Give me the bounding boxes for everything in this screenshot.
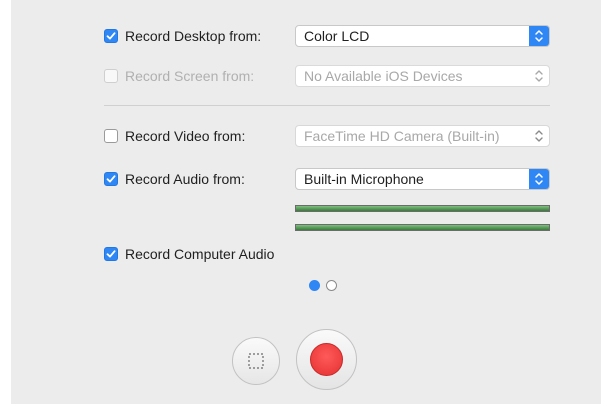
record-screen-checkbox[interactable] <box>104 69 118 83</box>
record-video-value: FaceTime HD Camera (Built-in) <box>304 128 500 144</box>
record-video-checkbox[interactable] <box>104 129 118 143</box>
record-video-popup[interactable]: FaceTime HD Camera (Built-in) <box>295 125 550 147</box>
checkmark-icon <box>106 32 116 40</box>
record-audio-label: Record Audio from: <box>125 171 245 187</box>
record-desktop-row: Record Desktop from: <box>104 25 261 47</box>
page-indicator <box>309 280 337 291</box>
audio-level-fill <box>296 206 549 211</box>
record-computer-audio-row: Record Computer Audio <box>104 243 274 265</box>
section-separator <box>104 105 550 106</box>
record-screen-row: Record Screen from: <box>104 65 254 87</box>
record-audio-row: Record Audio from: <box>104 168 245 190</box>
popup-chevrons-icon <box>529 26 549 46</box>
popup-chevrons-icon <box>529 66 549 86</box>
record-screen-popup[interactable]: No Available iOS Devices <box>295 65 550 87</box>
record-desktop-value: Color LCD <box>304 28 370 44</box>
audio-level-meter <box>295 224 550 231</box>
audio-level-fill <box>296 225 549 230</box>
select-area-button[interactable] <box>232 337 280 385</box>
record-audio-checkbox[interactable] <box>104 172 118 186</box>
record-screen-value: No Available iOS Devices <box>304 68 463 84</box>
record-desktop-popup[interactable]: Color LCD <box>295 25 550 47</box>
record-video-label: Record Video from: <box>125 128 246 144</box>
record-audio-value: Built-in Microphone <box>304 171 424 187</box>
checkmark-icon <box>106 175 116 183</box>
record-computer-audio-label: Record Computer Audio <box>125 246 275 262</box>
record-audio-popup[interactable]: Built-in Microphone <box>295 168 550 190</box>
record-screen-label: Record Screen from: <box>125 68 255 84</box>
record-button[interactable] <box>296 329 357 390</box>
popup-chevrons-icon <box>529 169 549 189</box>
page-dot-1[interactable] <box>309 280 320 291</box>
record-computer-audio-checkbox[interactable] <box>104 247 118 261</box>
dashed-rectangle-icon <box>248 353 264 369</box>
checkmark-icon <box>106 250 116 258</box>
record-icon <box>310 343 343 376</box>
audio-level-meter <box>295 205 550 212</box>
record-desktop-checkbox[interactable] <box>104 29 118 43</box>
record-desktop-label: Record Desktop from: <box>125 28 262 44</box>
page-dot-2[interactable] <box>326 280 337 291</box>
record-video-row: Record Video from: <box>104 125 245 147</box>
popup-chevrons-icon <box>529 126 549 146</box>
